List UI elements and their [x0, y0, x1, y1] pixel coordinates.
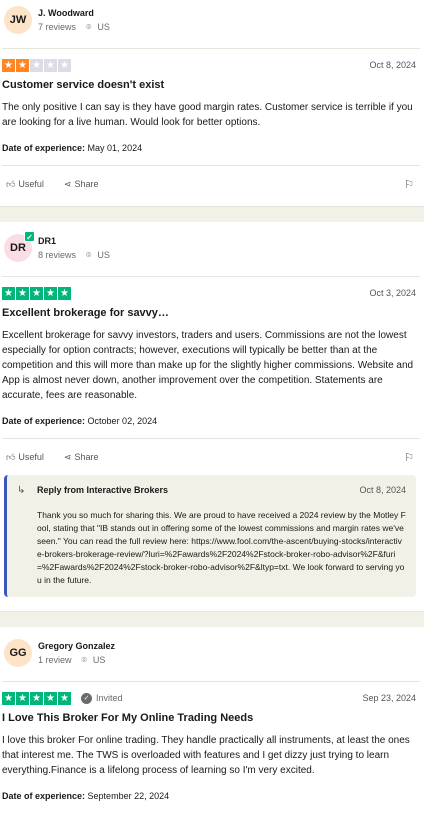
- reviews-count: 8 reviews: [38, 250, 77, 260]
- review-actions: 👍︎ Useful ⋖ Share ⚐: [2, 166, 420, 202]
- star-icon: ★: [30, 691, 43, 705]
- location-pin-icon: ⌾: [81, 654, 87, 665]
- country: US: [97, 250, 110, 260]
- location-pin-icon: ⌾: [86, 249, 92, 260]
- star-icon: ★: [58, 58, 71, 72]
- country: US: [92, 655, 106, 665]
- date-of-experience: Date of experience: May 01, 2024: [2, 143, 143, 153]
- star-icon: ★: [30, 58, 43, 72]
- review-date: Oct 3, 2024: [369, 288, 416, 298]
- country: US: [97, 22, 110, 32]
- reply-arrow-icon: ↳: [17, 485, 26, 496]
- review-title[interactable]: Excellent brokerage for savvy…: [2, 307, 420, 319]
- date-of-experience: Date of experience: September 22, 2024: [2, 791, 170, 801]
- check-circle-icon: ✓: [81, 692, 92, 704]
- star-rating: ★ ★ ★ ★ ★: [2, 691, 71, 705]
- flag-icon[interactable]: ⚐: [404, 178, 420, 191]
- useful-button[interactable]: 👍︎ Useful: [6, 179, 44, 190]
- company-reply: ↳ Reply from Interactive Brokers Oct 8, 2…: [4, 475, 416, 597]
- share-button[interactable]: ⋖ Share: [64, 179, 99, 190]
- reviews-count: 7 reviews: [38, 22, 77, 32]
- review-body: The only positive I can say is they have…: [2, 102, 413, 128]
- review-title[interactable]: Customer service doesn't exist: [2, 79, 420, 91]
- star-icon: ★: [2, 58, 15, 72]
- reviewer-header: JW J. Woodward 7 reviews ⌾ US: [2, 2, 420, 38]
- avatar[interactable]: GG: [4, 639, 32, 667]
- reviews-count: 1 review: [38, 655, 72, 665]
- useful-button[interactable]: 👍︎ Useful: [6, 452, 44, 463]
- share-icon: ⋖: [63, 178, 72, 189]
- reply-body: Thank you so much for sharing this. We a…: [37, 510, 406, 585]
- review-card: JW J. Woodward 7 reviews ⌾ US ★ ★ ★ ★ ★ Oc…: [0, 0, 424, 202]
- reviewer-name[interactable]: Gregory Gonzalez: [38, 641, 115, 651]
- verified-icon: ✓: [24, 231, 35, 242]
- reviewer-header: DR ✓ DR1 8 reviews ⌾ US: [2, 230, 420, 266]
- star-icon: ★: [58, 691, 71, 705]
- share-button[interactable]: ⋖ Share: [64, 452, 99, 463]
- star-rating: ★ ★ ★ ★ ★: [2, 58, 71, 72]
- star-icon: ★: [16, 58, 29, 72]
- review-actions: 👍︎ Useful ⋖ Share ⚐: [2, 439, 420, 475]
- review-body: I love this broker For online trading. T…: [2, 735, 410, 776]
- star-icon: ★: [30, 286, 43, 300]
- reviewer-name[interactable]: DR1: [38, 236, 110, 246]
- star-icon: ★: [44, 286, 57, 300]
- date-of-experience: Date of experience: October 02, 2024: [2, 416, 158, 426]
- star-icon: ★: [58, 286, 71, 300]
- review-card: GG Gregory Gonzalez 1 review ⌾ US ★ ★ ★ ★ …: [0, 627, 424, 801]
- review-date: Oct 8, 2024: [369, 60, 416, 70]
- share-icon: ⋖: [63, 451, 72, 462]
- thumbs-up-icon: 👍︎: [6, 451, 16, 462]
- star-icon: ★: [16, 286, 29, 300]
- reviewer-header: GG Gregory Gonzalez 1 review ⌾ US: [2, 635, 420, 671]
- star-icon: ★: [16, 691, 29, 705]
- avatar[interactable]: JW: [4, 6, 32, 34]
- review-date: Sep 23, 2024: [362, 693, 416, 703]
- review-title[interactable]: I Love This Broker For My Online Trading…: [2, 712, 420, 724]
- star-icon: ★: [44, 691, 57, 705]
- star-rating: ★ ★ ★ ★ ★: [2, 286, 71, 300]
- invited-badge[interactable]: ✓ Invited: [81, 692, 123, 704]
- thumbs-up-icon: 👍︎: [6, 178, 16, 189]
- location-pin-icon: ⌾: [86, 21, 92, 32]
- reply-date: Oct 8, 2024: [359, 485, 406, 495]
- star-icon: ★: [44, 58, 57, 72]
- avatar[interactable]: DR ✓: [4, 231, 35, 262]
- star-icon: ★: [2, 286, 15, 300]
- review-body: Excellent brokerage for savvy investors,…: [2, 330, 414, 401]
- flag-icon[interactable]: ⚐: [404, 451, 420, 464]
- star-icon: ★: [2, 691, 15, 705]
- reply-from: Reply from Interactive Brokers: [37, 485, 169, 495]
- reviewer-name[interactable]: J. Woodward: [38, 8, 110, 18]
- review-card: DR ✓ DR1 8 reviews ⌾ US ★ ★ ★ ★ ★ Oct 3, 20…: [0, 222, 424, 597]
